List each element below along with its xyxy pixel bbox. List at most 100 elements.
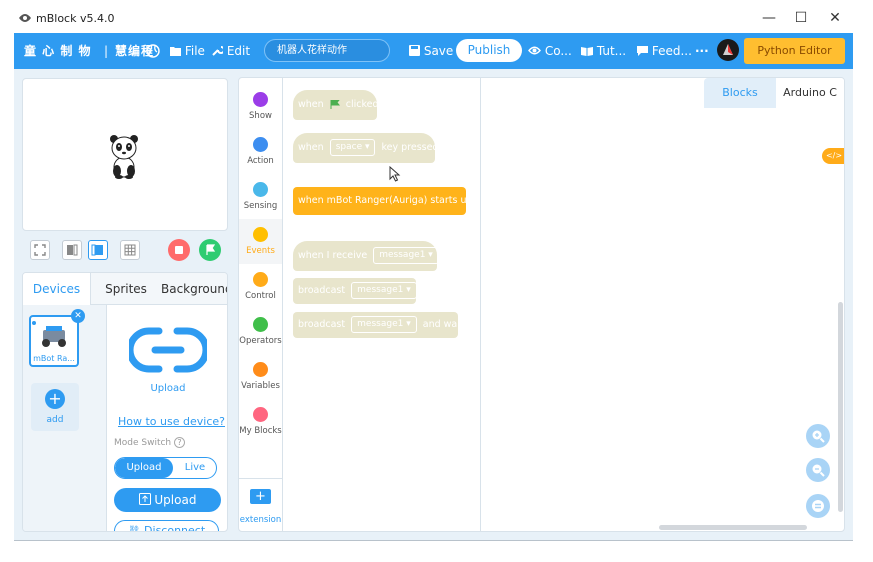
tab-background[interactable]: Background bbox=[161, 273, 227, 305]
green-flag-icon bbox=[199, 239, 221, 261]
globe-icon[interactable] bbox=[146, 44, 160, 58]
close-button[interactable]: ✕ bbox=[825, 8, 845, 28]
stop-button[interactable] bbox=[168, 239, 190, 261]
disconnect-button[interactable]: ⛓ Disconnect bbox=[114, 520, 219, 532]
sensing-category-icon bbox=[253, 182, 268, 197]
show-category-icon bbox=[253, 92, 268, 107]
extension-button[interactable]: + extension bbox=[239, 478, 282, 531]
folder-icon bbox=[170, 47, 181, 56]
control-category-icon bbox=[253, 272, 268, 287]
key-dropdown[interactable]: space ▾ bbox=[329, 139, 376, 156]
category-label: Variables bbox=[241, 381, 280, 391]
device-card-mbot-ranger[interactable]: mBot Ra... bbox=[29, 315, 79, 367]
green-flag-icon bbox=[330, 100, 340, 109]
message-dropdown[interactable]: message1 ▾ bbox=[351, 316, 417, 333]
wrench-icon bbox=[212, 46, 225, 56]
mode-switch-text: Mode Switch bbox=[114, 438, 172, 448]
message-dropdown[interactable]: message1 ▾ bbox=[351, 282, 417, 299]
feedback-label: Feed... bbox=[651, 44, 692, 58]
python-editor-button[interactable]: Python Editor bbox=[744, 38, 845, 64]
category-action[interactable]: Action bbox=[239, 129, 282, 174]
tab-arduino-c[interactable]: Arduino C bbox=[776, 78, 844, 108]
community-menu[interactable]: Co... bbox=[528, 33, 572, 69]
mode-switch-toggle[interactable]: Upload Live bbox=[114, 457, 217, 479]
plus-icon: + bbox=[45, 389, 65, 409]
add-device-button[interactable]: + add bbox=[31, 383, 79, 431]
upload-button[interactable]: Upload bbox=[114, 488, 221, 512]
device-name: mBot Ra... bbox=[33, 354, 75, 363]
menu-bar: 童 心 制 物 | 慧编程 File Edit 机器人花样动作 Save Pub… bbox=[14, 33, 853, 69]
events-category-icon bbox=[253, 227, 268, 242]
zoom-out-button[interactable] bbox=[806, 458, 830, 482]
green-flag-button[interactable] bbox=[199, 239, 221, 261]
how-to-use-device-link[interactable]: How to use device? bbox=[118, 415, 225, 428]
grid-view-button[interactable] bbox=[120, 240, 140, 260]
fullscreen-button[interactable] bbox=[30, 240, 50, 260]
connect-caption: Upload bbox=[150, 383, 186, 394]
avatar-icon bbox=[723, 44, 733, 55]
maximize-button[interactable]: ☐ bbox=[791, 8, 811, 28]
tutorials-menu[interactable]: Tut... bbox=[581, 33, 626, 69]
edit-menu[interactable]: Edit bbox=[212, 33, 250, 69]
mode-live-option[interactable]: Live bbox=[173, 458, 216, 478]
panda-sprite-icon[interactable] bbox=[107, 133, 141, 179]
horizontal-scrollbar[interactable] bbox=[659, 525, 807, 530]
small-stage-icon bbox=[67, 244, 78, 256]
mode-upload-option[interactable]: Upload bbox=[115, 458, 173, 478]
stage-canvas[interactable] bbox=[22, 78, 228, 231]
feedback-menu[interactable]: Feed... bbox=[637, 33, 692, 69]
reset-zoom-button[interactable] bbox=[806, 494, 830, 518]
message-dropdown[interactable]: message1 ▾ bbox=[373, 247, 439, 264]
script-area[interactable]: Blocks Arduino C </> bbox=[480, 77, 845, 532]
minimize-button[interactable]: — bbox=[759, 8, 779, 28]
code-view-tabs: Blocks Arduino C bbox=[704, 78, 844, 108]
block-text: key pressed bbox=[381, 142, 439, 153]
category-my-blocks[interactable]: My Blocks bbox=[239, 399, 282, 444]
when-mbot-starts-up-block[interactable]: when mBot Ranger(Auriga) starts up bbox=[293, 187, 473, 215]
save-button[interactable]: Save bbox=[409, 33, 453, 69]
when-key-pressed-block[interactable]: when space ▾ key pressed bbox=[293, 133, 439, 163]
category-label: Sensing bbox=[243, 201, 278, 211]
more-menu[interactable]: ··· bbox=[695, 33, 709, 69]
device-panel: Devices Sprites Background mBot Ra... ✕ … bbox=[22, 272, 228, 532]
tab-devices[interactable]: Devices bbox=[23, 273, 91, 306]
project-name-input[interactable]: 机器人花样动作 bbox=[264, 39, 390, 62]
category-show[interactable]: Show bbox=[239, 84, 282, 129]
publish-button[interactable]: Publish bbox=[456, 39, 522, 62]
large-stage-icon bbox=[91, 244, 103, 256]
broadcast-and-wait-block[interactable]: broadcast message1 ▾ and wait bbox=[293, 312, 464, 338]
large-stage-button[interactable] bbox=[88, 240, 108, 260]
small-stage-button[interactable] bbox=[62, 240, 82, 260]
category-operators[interactable]: Operators bbox=[239, 309, 282, 354]
block-text: when mBot Ranger(Auriga) starts up bbox=[298, 195, 473, 206]
zoom-out-icon bbox=[812, 464, 825, 477]
block-text: when bbox=[298, 142, 324, 153]
category-label: Control bbox=[245, 291, 276, 301]
code-panel-toggle[interactable]: </> bbox=[822, 148, 844, 164]
tab-blocks[interactable]: Blocks bbox=[704, 78, 776, 108]
category-control[interactable]: Control bbox=[239, 264, 282, 309]
remove-device-button[interactable]: ✕ bbox=[71, 309, 85, 323]
broadcast-block[interactable]: broadcast message1 ▾ bbox=[293, 278, 417, 304]
when-flag-clicked-block[interactable]: when clicked bbox=[293, 90, 379, 120]
upload-button-label: Upload bbox=[154, 493, 197, 507]
file-menu[interactable]: File bbox=[170, 33, 205, 69]
fullscreen-icon bbox=[34, 244, 46, 256]
add-device-label: add bbox=[46, 415, 64, 425]
category-events[interactable]: Events bbox=[239, 219, 282, 264]
disconnect-icon: ⛓ bbox=[127, 526, 141, 532]
help-icon[interactable]: ? bbox=[174, 437, 186, 448]
tab-sprites[interactable]: Sprites bbox=[91, 273, 161, 305]
when-i-receive-block[interactable]: when I receive message1 ▾ bbox=[293, 241, 439, 271]
category-label: My Blocks bbox=[239, 426, 282, 436]
category-label: Events bbox=[246, 246, 275, 256]
connect-link-icon[interactable] bbox=[129, 327, 207, 373]
category-variables[interactable]: Variables bbox=[239, 354, 282, 399]
user-avatar[interactable] bbox=[717, 39, 739, 61]
robot-icon bbox=[32, 321, 66, 347]
zoom-in-button[interactable] bbox=[806, 424, 830, 448]
category-sensing[interactable]: Sensing bbox=[239, 174, 282, 219]
community-label: Co... bbox=[544, 44, 572, 58]
disconnect-label: Disconnect bbox=[144, 524, 206, 532]
vertical-scrollbar[interactable] bbox=[838, 302, 843, 512]
